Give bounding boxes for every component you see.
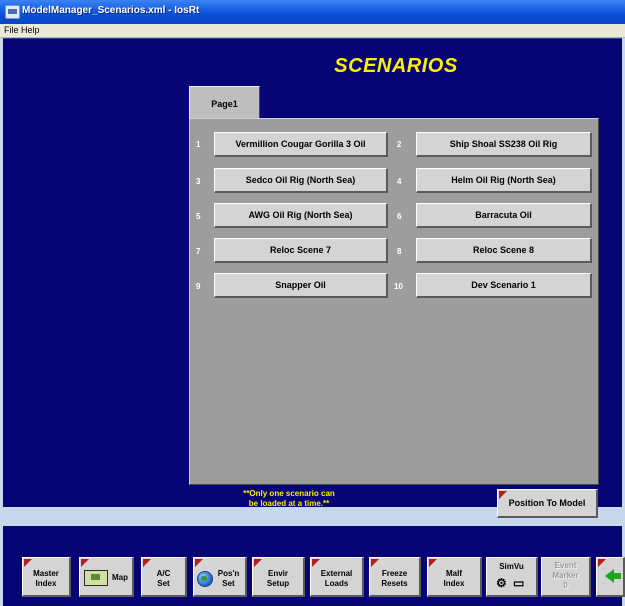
label-line: 0 [563,581,568,590]
position-to-model-button[interactable]: Position To Model [497,489,598,518]
freeze-resets-button[interactable]: Freeze Resets [369,557,421,597]
tools-icon: ⚙ [496,576,507,590]
posn-set-label: Pos'n Set [212,569,245,589]
map-button[interactable]: Map [79,557,134,597]
ac-set-label: A/C Set [142,569,185,589]
window-titlebar[interactable]: ModelManager_Scenarios.xml - IosRt [0,0,625,25]
corner-marker [598,559,606,567]
envir-setup-button[interactable]: Envir Setup [252,557,305,597]
load-note: **Only one scenario can be loaded at a t… [219,489,359,509]
slot-number: 8 [397,247,402,256]
label-line: A/C [156,569,171,578]
malf-index-label: Malf Index [428,569,480,589]
label-line: Setup [266,579,290,588]
label-line: Marker [552,571,579,580]
scenario-button-10[interactable]: Dev Scenario 1 [416,273,592,298]
slot-number: 5 [196,212,201,221]
label-line: Index [443,579,465,588]
corner-marker [312,559,320,567]
simvu-label: SimVu [499,562,524,571]
slot-number: 6 [397,212,402,221]
app-icon [5,5,20,19]
slot-number: 3 [196,177,201,186]
label-line: Envir [267,569,288,578]
menu-file[interactable]: File [4,25,19,35]
scenario-button-3[interactable]: Sedco Oil Rig (North Sea) [214,168,388,193]
label-line: Event [554,561,577,570]
tab-page1[interactable]: Page1 [189,86,260,118]
corner-marker [499,491,507,499]
corner-marker [429,559,437,567]
external-loads-button[interactable]: External Loads [310,557,364,597]
position-to-model-label: Position To Model [508,498,586,508]
page-title: SCENARIOS [334,55,458,77]
scenario-button-7[interactable]: Reloc Scene 7 [214,238,388,263]
master-index-button[interactable]: Master Index [22,557,71,597]
load-note-line2: be loaded at a time.** [248,499,330,508]
simvu-button[interactable]: SimVu ⚙ ▭ [486,557,538,597]
corner-marker [24,559,32,567]
menu-bar: File Help [0,24,625,38]
back-button[interactable] [596,557,625,597]
corner-marker [254,559,262,567]
envir-setup-label: Envir Setup [253,569,303,589]
corner-marker [371,559,379,567]
back-arrow-icon [605,569,621,583]
window-title: ModelManager_Scenarios.xml - IosRt [22,5,200,16]
scenario-button-1[interactable]: Vermillion Cougar Gorilla 3 Oil [214,132,388,157]
slot-number: 7 [196,247,201,256]
malf-index-button[interactable]: Malf Index [427,557,482,597]
ac-set-button[interactable]: A/C Set [141,557,187,597]
slot-number: 4 [397,177,402,186]
monitor-icon: ▭ [513,576,525,590]
corner-marker [195,559,203,567]
label-line: Index [35,579,57,588]
slot-number: 2 [397,140,402,149]
corner-marker [81,559,89,567]
event-marker-label: Event Marker 0 [542,561,589,591]
label-line: Set [222,579,235,588]
label-line: Pos'n [217,569,240,578]
label-line: Freeze [381,569,408,578]
event-marker-button[interactable]: Event Marker 0 [541,557,591,597]
scenario-button-5[interactable]: AWG Oil Rig (North Sea) [214,203,388,228]
scenario-button-2[interactable]: Ship Shoal SS238 Oil Rig [416,132,592,157]
label-line: Set [157,579,170,588]
master-index-label: Master Index [23,569,69,589]
external-loads-label: External Loads [311,569,362,589]
slot-number: 9 [196,282,201,291]
menu-help[interactable]: Help [21,25,40,35]
label-line: Resets [381,579,408,588]
slot-number: 10 [394,282,403,291]
slot-number: 1 [196,140,201,149]
globe-icon [197,571,213,587]
label-line: External [320,569,353,578]
corner-marker [143,559,151,567]
label-line: Malf [446,569,462,578]
freeze-resets-label: Freeze Resets [370,569,419,589]
label-line: Master [33,569,59,578]
scenario-button-9[interactable]: Snapper Oil [214,273,388,298]
load-note-line1: **Only one scenario can [243,489,335,498]
posn-set-button[interactable]: Pos'n Set [193,557,247,597]
map-label: Map [112,573,128,582]
map-icon [84,570,108,586]
scenario-button-4[interactable]: Helm Oil Rig (North Sea) [416,168,592,193]
scenario-button-6[interactable]: Barracuta Oil [416,203,592,228]
label-line: Loads [324,579,349,588]
scenario-button-8[interactable]: Reloc Scene 8 [416,238,592,263]
